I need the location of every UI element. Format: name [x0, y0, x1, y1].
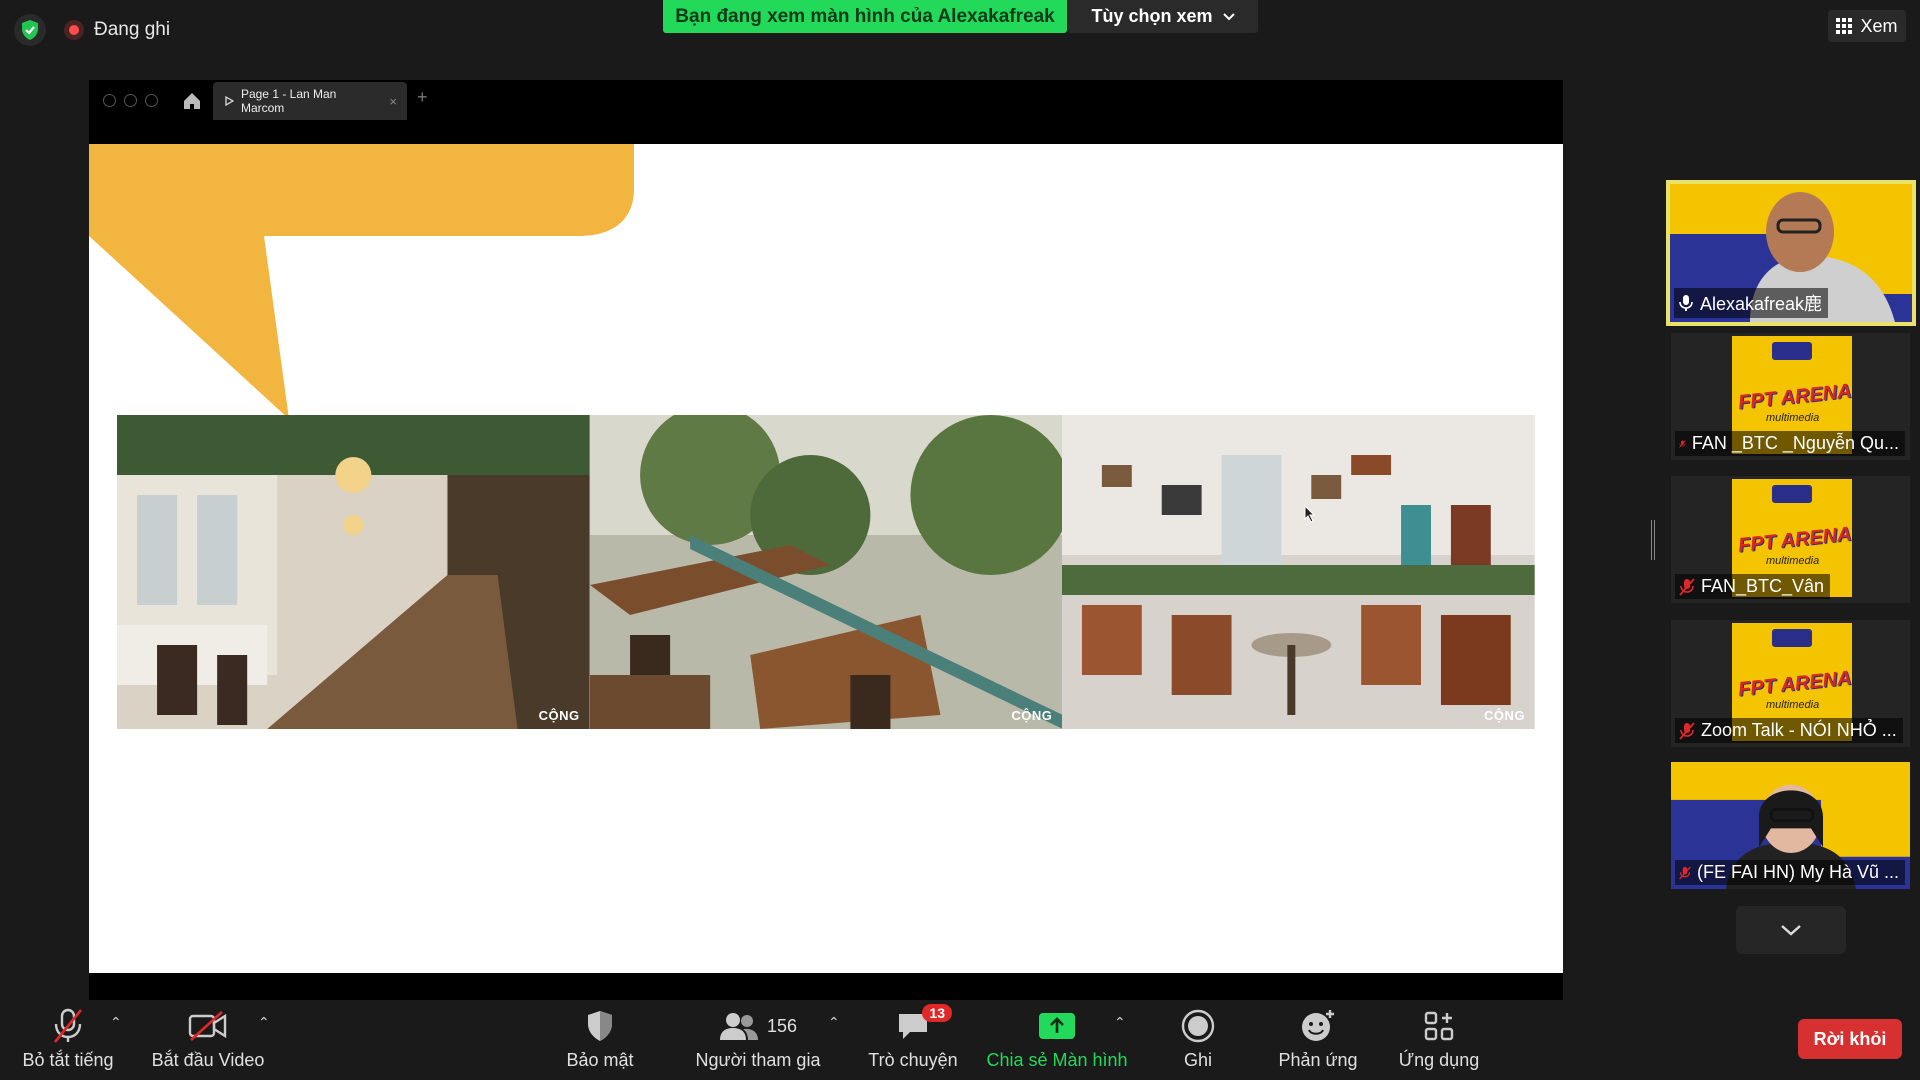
presentation-slide: CỘNG CỘNG CỘNG: [89, 144, 1563, 973]
participant-tile-5[interactable]: (FE FAI HN) My Hà Vũ ...: [1671, 762, 1910, 889]
close-window-icon[interactable]: [103, 94, 116, 107]
participant-tile-3[interactable]: FPT ARENA multimedia FAN_BTC_Vân: [1671, 476, 1910, 603]
video-off-icon: [188, 1011, 227, 1041]
reactions-label: Phản ứng: [1278, 1050, 1358, 1070]
participant-name: Alexakafreak鹿: [1700, 294, 1823, 314]
emoji-add-icon: [1302, 1010, 1334, 1041]
mic-muted-icon: [1679, 866, 1691, 879]
security-button[interactable]: Bảo mật: [560, 1006, 640, 1076]
participant-count: 156: [766, 1015, 798, 1036]
gallery-resize-handle[interactable]: [1651, 520, 1655, 560]
participants-label: Người tham gia: [695, 1050, 821, 1070]
speech-bubble-shape: [89, 144, 634, 419]
participant-name: (FE FAI HN) My Hà Vũ ...: [1696, 862, 1899, 882]
participants-button[interactable]: 156 Người tham gia: [690, 1006, 826, 1076]
record-dot-icon: [64, 20, 84, 40]
participant-tile-2[interactable]: FPT ARENA multimedia FAN _BTC _Nguyễn Qu…: [1671, 333, 1910, 460]
cafe-photo-1: CỘNG: [117, 415, 590, 729]
photo-brand-3: CỘNG: [1484, 708, 1526, 723]
participant-tile-4[interactable]: FPT ARENA multimedia Zoom Talk - NÓI NHỎ…: [1671, 620, 1910, 747]
browser-tab[interactable]: Page 1 - Lan Man Marcom ×: [213, 82, 407, 120]
chat-label: Trò chuyện: [868, 1050, 958, 1070]
gallery-scroll-down-button[interactable]: [1736, 906, 1846, 954]
view-button-label: Xem: [1860, 15, 1898, 36]
chat-button[interactable]: 13 Trò chuyện: [866, 1004, 960, 1076]
cafe-photo-3: CỘNG: [1062, 415, 1536, 729]
participant-name: FAN _BTC _Nguyễn Qu...: [1691, 433, 1899, 453]
participant-tile-active-speaker[interactable]: Alexakafreak鹿: [1666, 180, 1916, 326]
audio-options-caret-icon[interactable]: ⌃: [110, 1014, 122, 1031]
chevron-down-icon: [1781, 925, 1801, 936]
record-label: Ghi: [1183, 1050, 1212, 1070]
cafe-photo-strip: CỘNG CỘNG CỘNG: [117, 415, 1536, 729]
new-tab-icon[interactable]: +: [417, 87, 428, 108]
participant-name: Zoom Talk - NÓI NHỎ ...: [1701, 720, 1897, 740]
photo-brand-1: CỘNG: [538, 708, 580, 723]
cafe-photo-2: CỘNG: [589, 415, 1063, 729]
shield-icon: [588, 1011, 612, 1041]
recording-indicator[interactable]: Đang ghi: [64, 16, 170, 44]
mic-muted-icon: [1679, 439, 1686, 448]
security-shield-icon[interactable]: [14, 14, 46, 46]
mic-muted-icon: [1679, 721, 1695, 740]
meeting-toolbar: Bỏ tắt tiếng ⌃ Bắt đầu Video ⌃ Bảo mật 1…: [0, 1000, 1920, 1080]
minimize-window-icon[interactable]: [124, 94, 137, 107]
view-button[interactable]: Xem: [1828, 10, 1906, 42]
maximize-window-icon[interactable]: [145, 94, 158, 107]
participants-icon: [719, 1013, 758, 1040]
record-icon: [1181, 1009, 1215, 1043]
home-icon[interactable]: [181, 90, 203, 112]
reactions-button[interactable]: Phản ứng: [1278, 1006, 1358, 1076]
active-speaker-icon: [1679, 295, 1693, 311]
apps-icon: [1424, 1011, 1454, 1041]
window-controls: [103, 94, 158, 107]
participant-name: FAN_BTC_Vân: [1701, 576, 1825, 596]
play-icon: [225, 96, 234, 106]
tab-close-icon[interactable]: ×: [389, 94, 397, 109]
participants-caret-icon[interactable]: ⌃: [828, 1014, 840, 1031]
leave-meeting-button[interactable]: Rời khỏi: [1798, 1019, 1902, 1059]
share-screen-label: Chia sẻ Màn hình: [986, 1050, 1128, 1070]
share-banner: Bạn đang xem màn hình của Alexakafreak: [663, 0, 1067, 33]
security-label: Bảo mật: [566, 1050, 634, 1070]
record-button[interactable]: Ghi: [1178, 1006, 1218, 1076]
photo-brand-2: CỘNG: [1011, 708, 1053, 723]
view-options-label: Tùy chọn xem: [1091, 6, 1213, 26]
recording-label: Đang ghi: [94, 19, 171, 40]
unmute-button[interactable]: Bỏ tắt tiếng: [18, 1006, 118, 1076]
tab-title: Page 1 - Lan Man Marcom: [240, 87, 337, 115]
mouse-cursor-icon: [1304, 505, 1316, 523]
view-options-button[interactable]: Tùy chọn xem: [1068, 0, 1258, 33]
chevron-down-icon: [1222, 12, 1235, 20]
start-video-label: Bắt đầu Video: [151, 1050, 265, 1070]
video-options-caret-icon[interactable]: ⌃: [258, 1014, 270, 1031]
start-video-button[interactable]: Bắt đầu Video: [148, 1006, 268, 1076]
mic-muted-icon: [53, 1008, 83, 1043]
apps-button[interactable]: Ứng dụng: [1396, 1006, 1482, 1076]
share-screen-button[interactable]: Chia sẻ Màn hình: [984, 1006, 1130, 1076]
grid-icon: [1836, 18, 1853, 34]
chat-unread-badge: 13: [922, 1004, 952, 1022]
mic-muted-icon: [1679, 577, 1695, 596]
browser-tab-bar: Page 1 - Lan Man Marcom × +: [89, 80, 1563, 144]
shared-screen[interactable]: Page 1 - Lan Man Marcom × + CỘNG CỘNG CỘ…: [89, 80, 1563, 1000]
apps-label: Ứng dụng: [1398, 1050, 1480, 1070]
share-options-caret-icon[interactable]: ⌃: [1114, 1014, 1126, 1031]
unmute-label: Bỏ tắt tiếng: [22, 1050, 114, 1070]
share-screen-icon: [1039, 1013, 1075, 1039]
